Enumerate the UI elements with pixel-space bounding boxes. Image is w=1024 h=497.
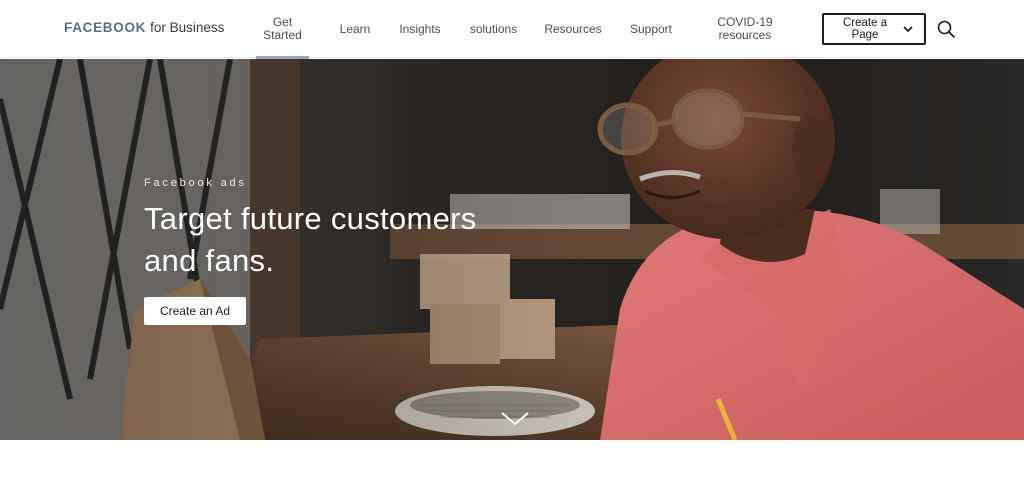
hero-banner: Facebook ads Target future customers and… — [0, 59, 1024, 440]
brand-logo[interactable]: FACEBOOK for Business — [64, 19, 224, 37]
hero-eyebrow: Facebook ads — [144, 177, 247, 189]
nav-item-label: Support — [629, 21, 673, 36]
create-page-button[interactable]: Create a Page — [822, 13, 926, 45]
nav-item-solutions[interactable]: solutions — [465, 0, 522, 58]
hero-headline: Target future customers and fans. — [144, 201, 477, 278]
chevron-down-icon — [903, 26, 913, 33]
brand-name: FACEBOOK — [64, 20, 147, 35]
nav-item-label: Resources — [544, 21, 602, 36]
nav-item-label: Get Started — [263, 15, 302, 42]
nav-item-label: solutions — [469, 21, 518, 36]
chevron-down-icon[interactable] — [500, 408, 530, 428]
nav-item-support[interactable]: Support — [624, 0, 678, 58]
top-navigation: FACEBOOK for Business Get Started Learn I… — [0, 0, 1024, 59]
nav-item-label: Learn — [339, 21, 371, 36]
nav-item-resources[interactable]: Resources — [541, 0, 605, 58]
nav-item-learn[interactable]: Learn — [334, 0, 376, 58]
nav-item-insights[interactable]: Insights — [395, 0, 445, 58]
nav-item-label: COVID-19 resources — [717, 15, 773, 42]
brand-suffix: for Business — [150, 20, 225, 35]
nav-item-get-started[interactable]: Get Started — [256, 0, 309, 59]
nav-item-label: Insights — [399, 21, 441, 36]
nav-item-covid-resources[interactable]: COVID-19 resources — [706, 0, 784, 58]
search-icon[interactable] — [936, 19, 956, 39]
create-page-label: Create a Page — [842, 17, 888, 41]
create-ad-button[interactable]: Create an Ad — [144, 297, 246, 325]
page-content-area — [0, 440, 1024, 497]
hero-copy: Facebook ads Target future customers and… — [144, 176, 504, 282]
